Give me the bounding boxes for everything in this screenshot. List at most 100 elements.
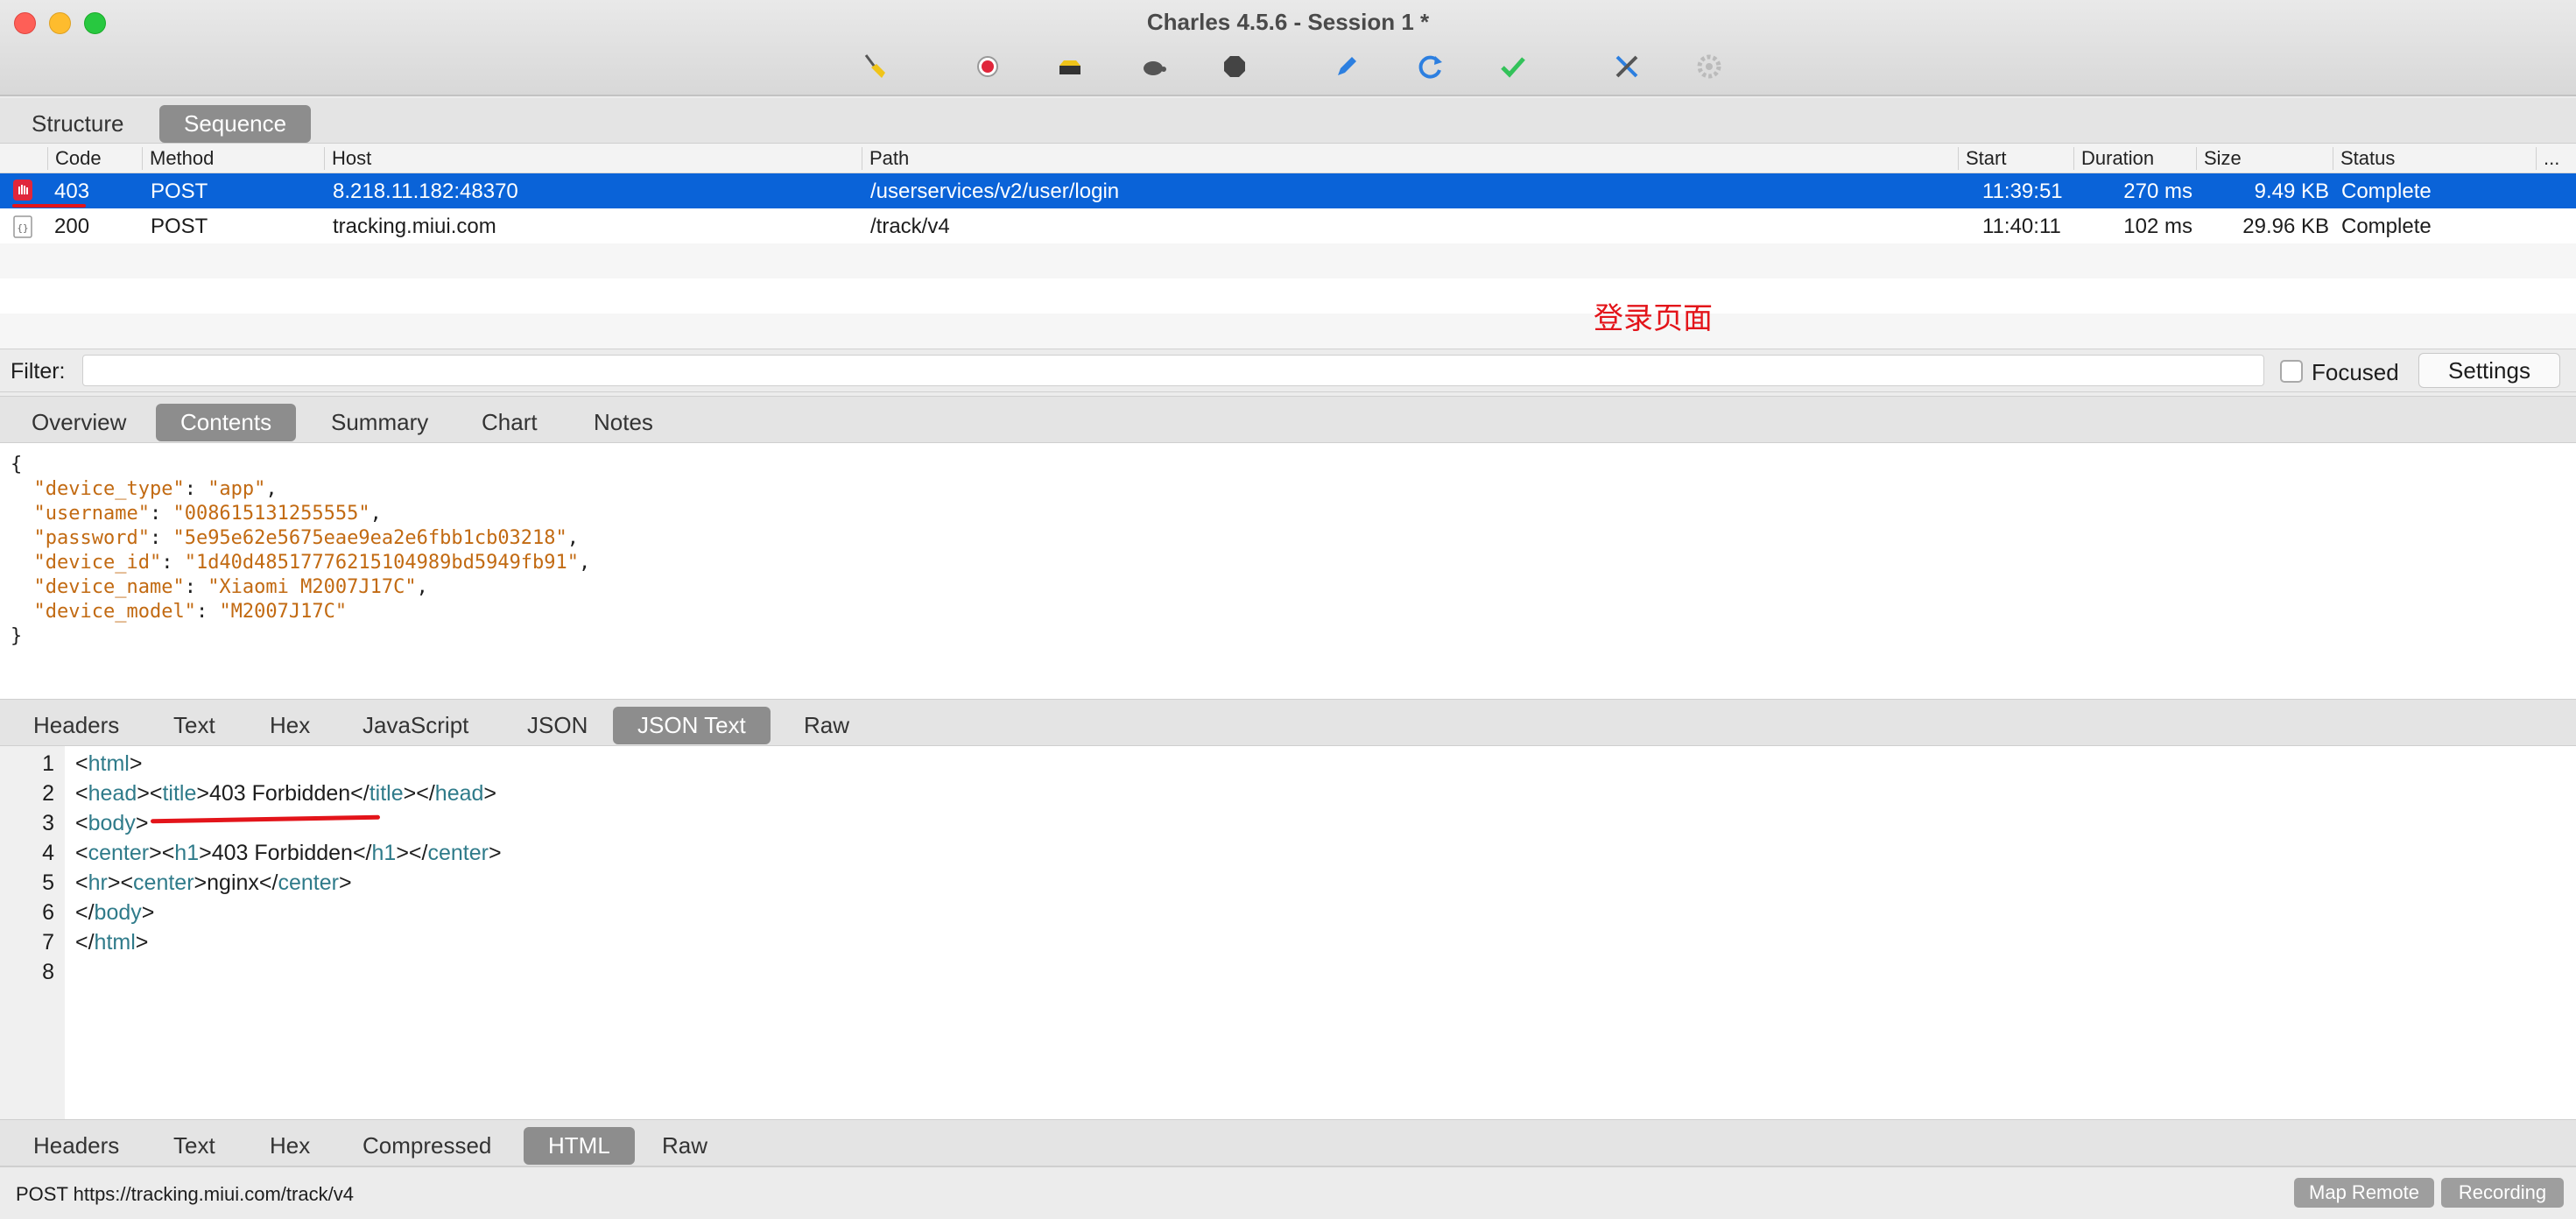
code-line: </html> <box>75 930 149 955</box>
tab-chart[interactable]: Chart <box>457 404 562 441</box>
tab-raw[interactable]: Raw <box>637 1127 732 1165</box>
line-number: 2 <box>42 781 54 806</box>
code-line: <center><h1>403 Forbidden</h1></center> <box>75 841 502 865</box>
tab-hex[interactable]: Hex <box>245 1127 334 1165</box>
code-line: </body> <box>75 900 155 925</box>
empty-row <box>0 243 2576 278</box>
tab-raw[interactable]: Raw <box>779 707 874 744</box>
tab-text[interactable]: Text <box>149 707 240 744</box>
settings-gear-icon[interactable] <box>1692 49 1727 84</box>
tab-json[interactable]: JSON <box>503 707 612 744</box>
throttle-icon[interactable] <box>1052 49 1087 84</box>
response-html-viewer[interactable]: 1 2 3 4 5 6 7 8 <html> <head><title>403 Forbidde… <box>0 746 2576 1119</box>
cell-status: Complete <box>2341 180 2432 203</box>
column-duration[interactable]: Duration <box>2073 147 2154 170</box>
tab-javascript[interactable]: JavaScript <box>338 707 493 744</box>
code-line: <head><title>403 Forbidden</title></head… <box>75 781 497 806</box>
cell-code: 403 <box>54 180 90 203</box>
cell-path: /userservices/v2/user/login <box>870 180 1120 203</box>
table-row[interactable]: 403 POST 8.218.11.182:48370 /userservice… <box>0 173 2576 208</box>
empty-row <box>0 314 2576 349</box>
column-host[interactable]: Host <box>324 147 371 170</box>
cell-start: 11:40:11 <box>1982 215 2061 238</box>
request-json-viewer[interactable]: { "device_type": "app", "username": "008… <box>0 443 2576 699</box>
filter-input[interactable] <box>82 355 2264 386</box>
empty-row <box>0 278 2576 314</box>
column-method[interactable]: Method <box>142 147 214 170</box>
line-number: 7 <box>42 930 54 955</box>
cell-host: 8.218.11.182:48370 <box>333 180 518 203</box>
line-number: 5 <box>42 870 54 895</box>
json-close-brace: } <box>11 625 23 647</box>
json-open-brace: { <box>11 454 23 476</box>
table-header: Code Method Host Path Start Duration Siz… <box>0 144 2576 173</box>
view-tabs: Structure Sequence <box>0 98 2576 144</box>
cell-code: 200 <box>54 215 90 238</box>
tab-overview[interactable]: Overview <box>7 404 151 441</box>
json-line: "device_id": "1d40d48517776215104989bd59… <box>33 552 591 574</box>
cell-status: Complete <box>2341 215 2432 238</box>
json-line: "password": "5e95e62e5675eae9ea2e6fbb1cb… <box>33 527 580 549</box>
refresh-icon[interactable] <box>1413 49 1448 84</box>
column-start[interactable]: Start <box>1958 147 2006 170</box>
tab-headers[interactable]: Headers <box>9 1127 144 1165</box>
column-size[interactable]: Size <box>2196 147 2242 170</box>
window-title: Charles 4.5.6 - Session 1 * <box>1146 9 1430 35</box>
cell-host: tracking.miui.com <box>333 215 496 238</box>
cell-method: POST <box>151 215 208 238</box>
turtle-icon[interactable] <box>1137 49 1172 84</box>
status-bar: POST https://tracking.miui.com/track/v4 … <box>0 1166 2576 1219</box>
map-remote-button[interactable]: Map Remote <box>2294 1178 2434 1208</box>
tab-hex[interactable]: Hex <box>245 707 334 744</box>
column-more[interactable]: ... <box>2536 147 2559 170</box>
json-line: "device_model": "M2007J17C" <box>33 601 348 623</box>
json-file-icon: {} <box>12 215 33 244</box>
table-row[interactable]: {} 200 POST tracking.miui.com /track/v4 … <box>0 208 2576 243</box>
json-line: "device_type": "app", <box>33 478 278 500</box>
tab-structure[interactable]: Structure <box>7 105 149 143</box>
column-path[interactable]: Path <box>862 147 909 170</box>
tab-summary[interactable]: Summary <box>306 404 453 441</box>
code-line: <hr><center>nginx</center> <box>75 870 352 895</box>
line-number: 4 <box>42 841 54 865</box>
line-number: 6 <box>42 900 54 925</box>
record-icon[interactable] <box>970 49 1005 84</box>
tab-text[interactable]: Text <box>149 1127 240 1165</box>
tab-headers[interactable]: Headers <box>9 707 144 744</box>
tab-sequence[interactable]: Sequence <box>159 105 312 143</box>
response-format-tabs: Headers Text Hex Compressed HTML Raw <box>0 1119 2576 1166</box>
tab-html[interactable]: HTML <box>524 1127 635 1165</box>
column-code[interactable]: Code <box>47 147 102 170</box>
line-number: 3 <box>42 811 54 835</box>
request-tabs: Overview Contents Summary Chart Notes <box>0 396 2576 443</box>
pen-icon[interactable] <box>1329 49 1364 84</box>
tools-icon[interactable] <box>1609 49 1644 84</box>
annotation-label: 登录页面 <box>1594 302 1713 335</box>
focused-checkbox[interactable] <box>2280 360 2303 383</box>
cell-start: 11:39:51 <box>1982 180 2063 203</box>
status-text: POST https://tracking.miui.com/track/v4 <box>16 1183 354 1205</box>
title-bar: Charles 4.5.6 - Session 1 * <box>0 0 2576 96</box>
settings-button[interactable]: Settings <box>2418 353 2560 388</box>
broom-icon[interactable] <box>856 49 891 84</box>
code-line: <html> <box>75 751 143 776</box>
request-format-tabs: Headers Text Hex JavaScript JSON JSON Te… <box>0 699 2576 746</box>
tab-json-text[interactable]: JSON Text <box>613 707 771 744</box>
focused-label: Focused <box>2312 359 2399 385</box>
line-number: 8 <box>42 960 54 984</box>
recording-button[interactable]: Recording <box>2441 1178 2564 1208</box>
line-number: 1 <box>42 751 54 776</box>
tab-contents[interactable]: Contents <box>156 404 297 441</box>
cell-duration: 102 ms <box>2123 215 2192 238</box>
cell-size: 9.49 KB <box>2254 180 2329 203</box>
tab-notes[interactable]: Notes <box>569 404 678 441</box>
annotation-underline-code <box>12 204 86 208</box>
svg-text:{}: {} <box>17 222 28 234</box>
cell-duration: 270 ms <box>2123 180 2192 203</box>
tab-compressed[interactable]: Compressed <box>338 1127 516 1165</box>
filter-bar: Filter: Focused Settings <box>0 349 2576 392</box>
stop-icon[interactable] <box>1217 49 1252 84</box>
check-icon[interactable] <box>1496 49 1531 84</box>
filter-label: Filter: <box>11 359 66 384</box>
column-status[interactable]: Status <box>2333 147 2395 170</box>
